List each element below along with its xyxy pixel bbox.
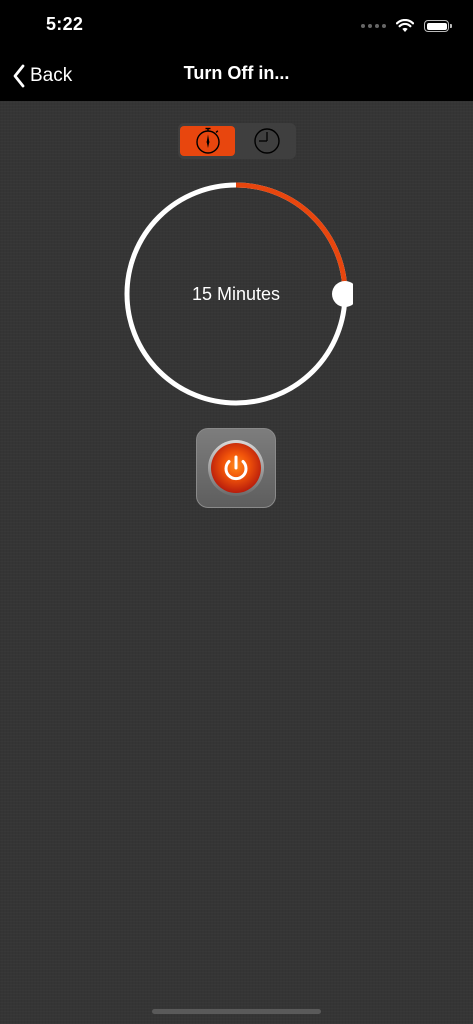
dial-progress-arc (235, 182, 348, 295)
page-title: Turn Off in... (183, 63, 290, 83)
top-bar: 5:22 Back Turn Off in... (0, 0, 473, 101)
mode-selector (178, 123, 296, 159)
status-icons (361, 16, 452, 36)
power-button[interactable] (196, 428, 276, 508)
power-icon (208, 440, 264, 496)
home-indicator[interactable] (152, 1009, 321, 1014)
segment-clock[interactable] (239, 126, 294, 156)
status-time: 5:22 (46, 14, 84, 34)
battery-icon (424, 20, 452, 32)
segment-stopwatch[interactable] (180, 126, 235, 156)
timer-label: 15 Minutes (191, 284, 281, 304)
stopwatch-icon (195, 127, 220, 154)
wifi-icon (396, 19, 414, 32)
clock-icon (253, 128, 280, 154)
cellular-signal-icon (361, 24, 386, 28)
